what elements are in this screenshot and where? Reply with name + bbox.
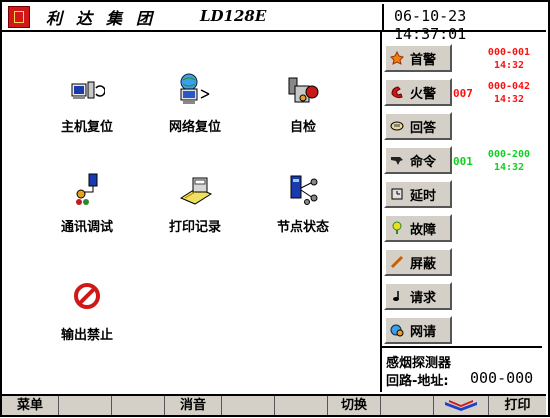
answer-button[interactable]: 回答	[384, 112, 452, 140]
first-alarm-button[interactable]: 首警	[384, 44, 452, 72]
self-test-button[interactable]: 自检	[253, 72, 353, 152]
tile-label: 主机复位	[60, 120, 113, 135]
model-number: LD128E	[200, 7, 267, 25]
menu-button[interactable]: 菜单	[2, 396, 59, 415]
first-alarm-time: 14:32	[493, 60, 525, 71]
fire-alarm-info: 000-042 14:32	[474, 80, 544, 106]
function-key-bar: 菜单 消音 切换 打印	[2, 394, 546, 415]
status-indicator-key[interactable]	[434, 396, 489, 415]
detector-info: 感烟探测器 回路-地址: 000-000	[382, 346, 542, 394]
printer-icon	[179, 177, 213, 205]
delay-label: 延时	[410, 189, 437, 204]
status-panel: 首警 000-001 14:32 火警 007 000-042 14:32 回答…	[380, 32, 546, 392]
host-reset-button[interactable]: 主机复位	[37, 72, 137, 152]
node-status-button[interactable]: 节点状态	[253, 172, 353, 252]
self-test-icon	[288, 77, 319, 103]
switch-button[interactable]: 切换	[328, 396, 381, 415]
print-log-button[interactable]: 打印记录	[145, 172, 245, 252]
first-alarm-range: 000-001	[487, 47, 531, 58]
shield-label: 屏蔽	[410, 257, 437, 272]
command-count: 001	[453, 155, 473, 168]
brand-logo-icon	[8, 6, 30, 28]
first-alarm-info: 000-001 14:32	[474, 46, 544, 72]
command-time: 14:32	[493, 162, 525, 173]
computer-reset-icon	[71, 81, 105, 99]
function-key-6[interactable]	[275, 396, 328, 415]
request-icon	[393, 291, 399, 301]
tile-label: 通讯调试	[60, 220, 113, 235]
prohibited-icon	[74, 283, 100, 309]
delay-button[interactable]: 延时	[384, 180, 452, 208]
function-key-2[interactable]	[59, 396, 112, 415]
delay-icon	[391, 188, 403, 200]
first-alarm-icon	[390, 51, 404, 65]
tile-label: 输出禁止	[60, 328, 113, 343]
tile-label: 节点状态	[276, 220, 329, 235]
print-button[interactable]: 打印	[489, 396, 546, 415]
network-request-icon	[390, 324, 404, 337]
function-panel: 主机复位 网络复位 自检 通讯调试 打印记录 节点状态 输出禁止	[2, 32, 378, 392]
network-reset-icon	[180, 73, 210, 104]
arrow-indicator-icon	[445, 400, 477, 411]
answer-icon	[390, 121, 404, 131]
network-reset-button[interactable]: 网络复位	[145, 72, 245, 152]
network-request-label: 网请	[410, 325, 437, 340]
function-key-8[interactable]	[381, 396, 434, 415]
detector-address-value: 000-000	[470, 369, 534, 387]
silence-button[interactable]: 消音	[165, 396, 222, 415]
detector-name: 感烟探测器	[386, 356, 452, 371]
comm-debug-button[interactable]: 通讯调试	[37, 172, 137, 252]
answer-label: 回答	[410, 121, 437, 136]
fire-alarm-count: 007	[453, 87, 473, 100]
command-icon	[391, 157, 403, 165]
title-divider	[382, 4, 384, 32]
command-info: 000-200 14:32	[474, 148, 544, 174]
tile-label: 打印记录	[168, 220, 221, 235]
fire-alarm-time: 14:32	[493, 94, 525, 105]
command-range: 000-200	[487, 149, 531, 160]
function-key-3[interactable]	[112, 396, 165, 415]
fault-label: 故障	[410, 223, 437, 238]
fire-alarm-icon	[391, 86, 403, 99]
output-disable-button[interactable]: 输出禁止	[37, 280, 137, 360]
request-button[interactable]: 请求	[384, 282, 452, 310]
fault-button[interactable]: 故障	[384, 214, 452, 242]
first-alarm-label: 首警	[410, 53, 437, 68]
brand-name: 利达集团	[46, 9, 167, 28]
shield-button[interactable]: 屏蔽	[384, 248, 452, 276]
communication-debug-icon	[76, 173, 98, 205]
tile-label: 自检	[289, 120, 316, 135]
command-label: 命令	[410, 155, 437, 170]
tile-label: 网络复位	[168, 120, 221, 135]
detector-address-label: 回路-地址:	[386, 374, 449, 389]
node-status-icon	[290, 175, 318, 205]
request-label: 请求	[410, 291, 437, 306]
fire-alarm-label: 火警	[410, 87, 437, 102]
command-button[interactable]: 命令	[384, 146, 452, 174]
fire-alarm-button[interactable]: 火警	[384, 78, 452, 106]
title-bar: 利达集团 LD128E 06-10-23 14:37:01	[2, 2, 546, 43]
function-key-5[interactable]	[222, 396, 275, 415]
network-request-button[interactable]: 网请	[384, 316, 452, 344]
fire-alarm-range: 000-042	[487, 81, 531, 92]
fault-icon	[392, 221, 402, 234]
shield-icon	[390, 255, 404, 269]
